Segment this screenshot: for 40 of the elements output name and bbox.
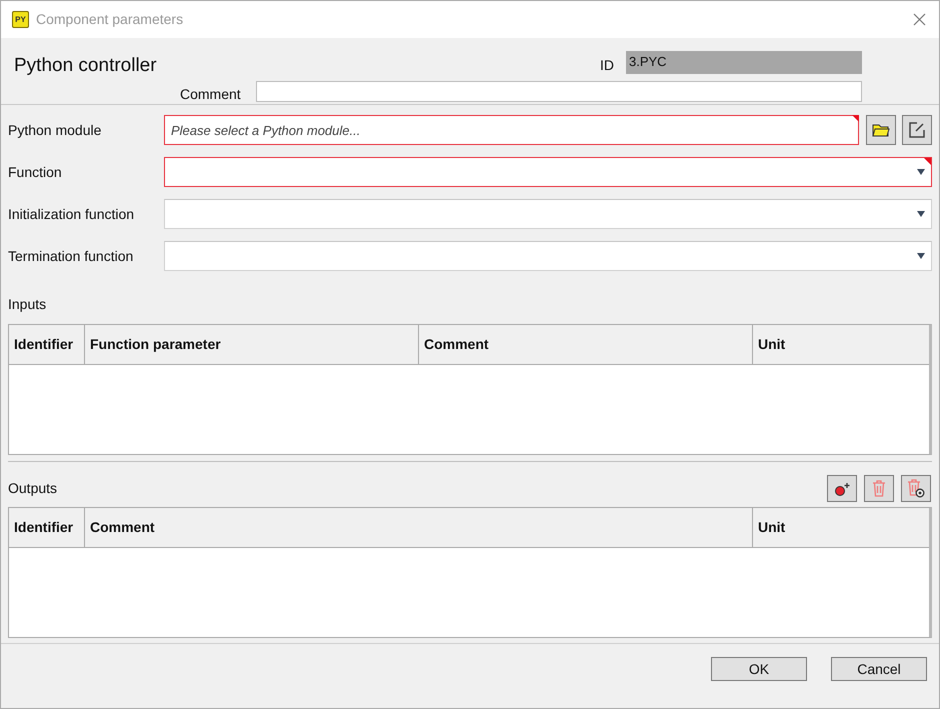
column-header[interactable]: Identifier [9,508,85,547]
component-title: Python controller [14,54,157,78]
open-folder-button[interactable] [866,115,896,145]
delete-button[interactable] [864,475,894,502]
required-marker-icon [924,158,931,165]
column-header[interactable]: Unit [753,508,929,547]
required-marker-icon [852,115,860,122]
add-dot-icon [834,482,850,496]
function-dropdown[interactable] [164,157,932,187]
trash-icon [872,480,886,497]
column-header[interactable]: Comment [85,508,753,547]
comment-field[interactable] [256,81,862,102]
close-icon[interactable] [913,13,926,26]
field-label: Function [8,162,63,182]
field-label: Termination function [8,246,134,266]
column-header[interactable]: Function parameter [85,325,419,364]
edit-button[interactable] [902,115,932,145]
ok-button[interactable]: OK [711,657,807,681]
field-label: Python module [8,120,102,140]
id-field: 3.PYC [626,51,862,74]
cancel-button[interactable]: Cancel [831,657,927,681]
section-title: Outputs [8,479,58,498]
add-output-button[interactable] [827,475,857,502]
app-logo-icon: PY [12,11,29,28]
dropdown-caret-icon [917,169,925,175]
id-label: ID [600,56,614,75]
edit-icon [909,122,926,138]
delete-all-button[interactable] [901,475,931,502]
module-field[interactable]: Please select a Python module... [164,115,860,145]
dropdown-caret-icon [917,211,925,217]
column-header[interactable]: Unit [753,325,929,364]
column-header[interactable]: Identifier [9,325,85,364]
folder-icon [872,123,890,137]
dropdown-caret-icon [917,253,925,259]
column-header[interactable]: Comment [419,325,753,364]
window-title: Component parameters [36,10,184,29]
section-title: Inputs [8,295,46,314]
trash-gear-icon [907,479,925,498]
comment-label: Comment [180,85,241,104]
field-label: Initialization function [8,204,136,224]
